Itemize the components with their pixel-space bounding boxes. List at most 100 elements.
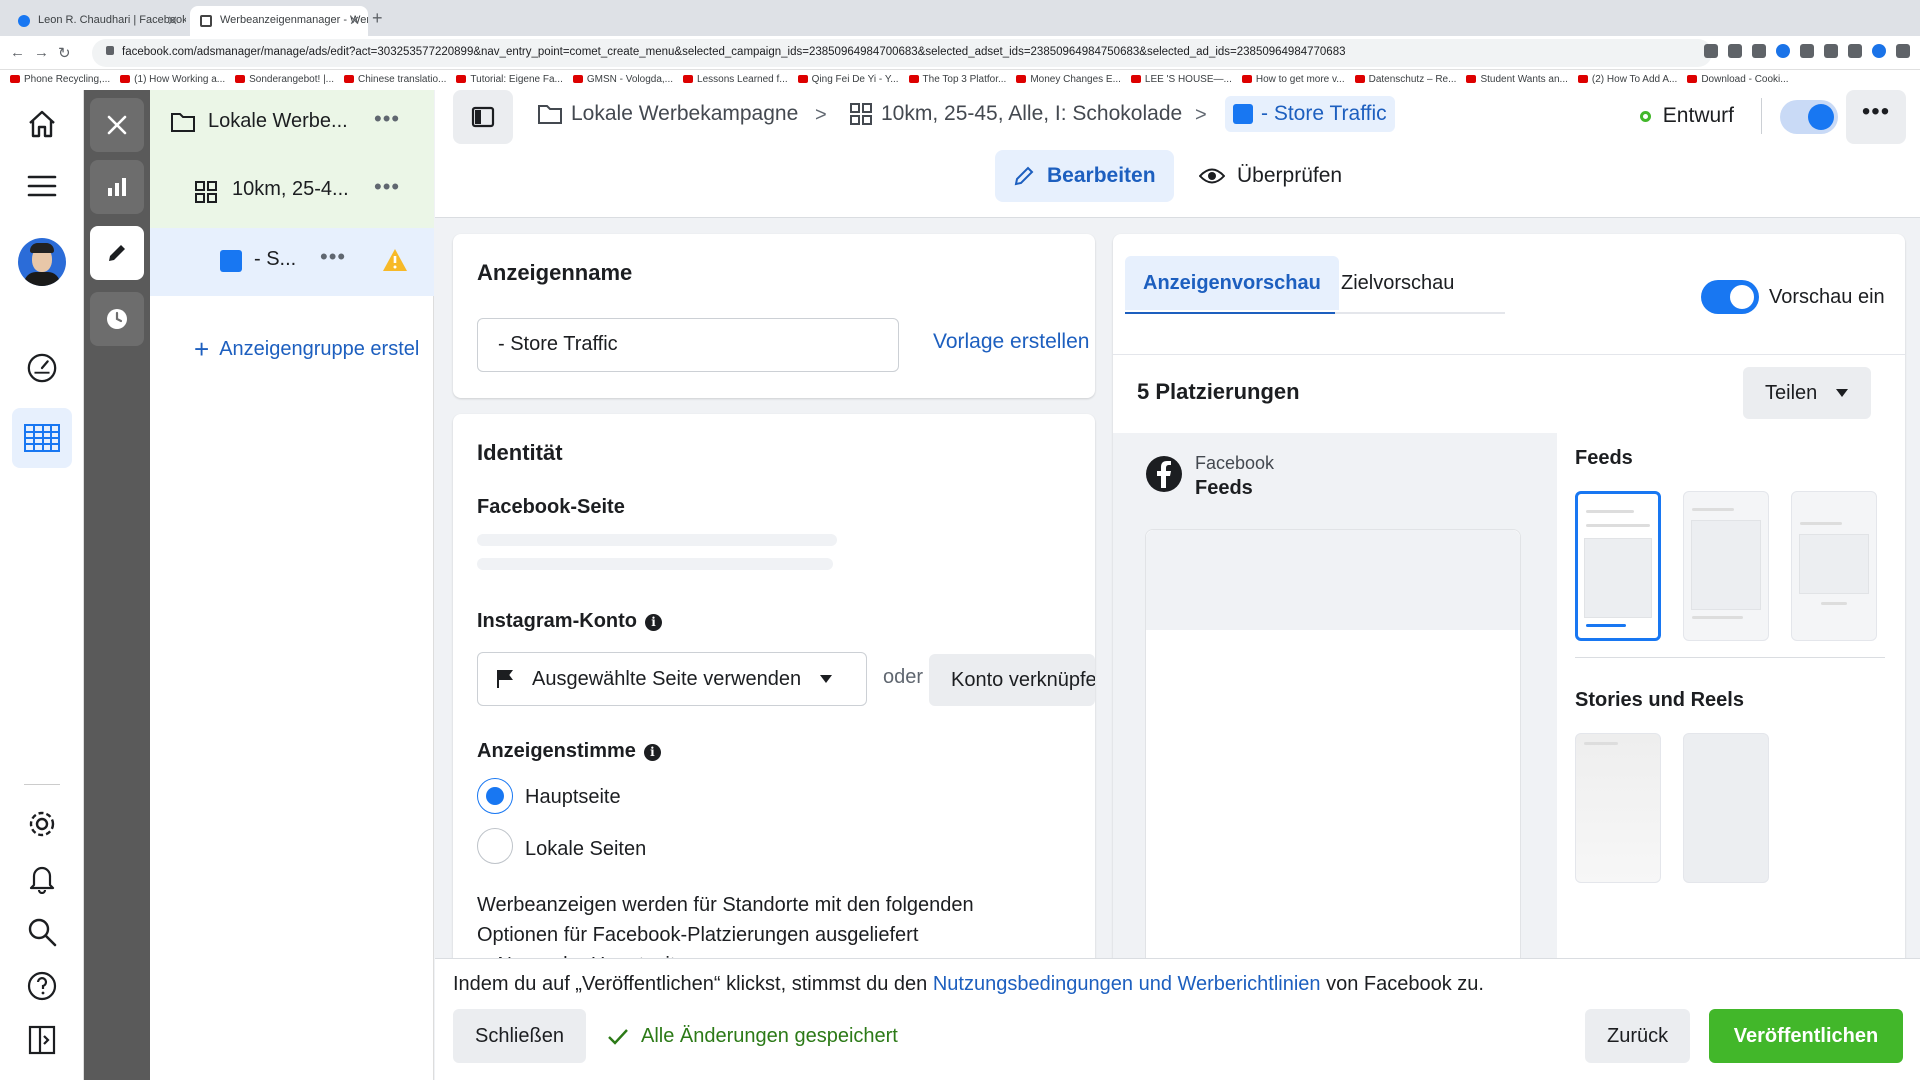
ad-icon	[1233, 104, 1253, 124]
breadcrumb-adset[interactable]: 10km, 25-45, Alle, I: Schokolade	[849, 102, 1182, 126]
tree-adset-row[interactable]: 10km, 25-4... •••	[150, 158, 434, 228]
home-icon[interactable]	[26, 108, 58, 140]
share-button[interactable]: Teilen	[1743, 367, 1872, 419]
bookmark-item[interactable]: How to get more v...	[1241, 74, 1345, 85]
bookmark-item[interactable]: Phone Recycling,...	[10, 74, 110, 85]
url-field[interactable]: facebook.com/adsmanager/manage/ads/edit?…	[92, 39, 1712, 67]
bookmark-favicon-icon	[1577, 75, 1588, 83]
bookmarks-bar: Phone Recycling,... (1) How Working a... S…	[0, 70, 1920, 90]
ad-name-input[interactable]: - Store Traffic	[477, 318, 899, 372]
bookmark-favicon-icon	[797, 75, 808, 83]
menu-icon[interactable]	[26, 170, 58, 202]
close-tab-icon[interactable]: ✕	[349, 13, 360, 29]
publish-button[interactable]: Veröffentlichen	[1709, 1009, 1903, 1063]
create-template-link[interactable]: Vorlage erstellen	[933, 330, 1089, 354]
tree-campaign-row[interactable]: Lokale Werbe... •••	[150, 90, 434, 158]
bookmark-item[interactable]: Student Wants an...	[1466, 74, 1568, 85]
help-icon[interactable]	[26, 970, 58, 1002]
more-options-icon[interactable]: •••	[320, 244, 346, 270]
kebab-menu-icon[interactable]	[1896, 44, 1910, 58]
bookmark-item[interactable]: (1) How Working a...	[120, 74, 225, 85]
facebook-ext-icon[interactable]	[1776, 44, 1790, 58]
tab-destination-preview[interactable]: Zielvorschau	[1323, 256, 1472, 310]
placement-thumb-feed-2[interactable]	[1683, 491, 1769, 641]
placement-thumb-story-1[interactable]	[1575, 733, 1661, 883]
pencil-edit-icon[interactable]	[90, 226, 144, 280]
search-icon[interactable]	[26, 916, 58, 948]
profile-icon[interactable]	[1872, 44, 1886, 58]
close-editor-button[interactable]	[90, 98, 144, 152]
bookmark-item[interactable]: Datenschutz – Re...	[1354, 74, 1456, 85]
forward-arrow-icon[interactable]: →	[34, 44, 49, 61]
gear-icon[interactable]	[26, 808, 58, 840]
back-button[interactable]: Zurück	[1585, 1009, 1691, 1063]
close-tab-icon[interactable]: ✕	[167, 13, 178, 29]
avatar[interactable]	[18, 238, 66, 286]
more-options-icon[interactable]: •••	[374, 174, 400, 200]
preview-toggle[interactable]	[1701, 280, 1759, 314]
connect-account-button[interactable]: Konto verknüpfen	[929, 654, 1095, 706]
bell-icon[interactable]	[26, 862, 58, 894]
create-adset-link[interactable]: + Anzeigengruppe erstel	[194, 334, 419, 365]
bookmark-item[interactable]: Lessons Learned f...	[683, 74, 788, 85]
placement-thumb-story-2[interactable]	[1683, 733, 1769, 883]
campaigns-table-icon[interactable]	[12, 408, 72, 468]
bookmark-favicon-icon	[1130, 75, 1141, 83]
breadcrumb-campaign[interactable]: Lokale Werbekampagne	[537, 102, 798, 126]
bookmark-item[interactable]: LEE 'S HOUSE—...	[1130, 74, 1232, 85]
facebook-logo-icon	[1146, 456, 1182, 492]
address-bar: ← → ↻ facebook.com/adsmanager/manage/ads…	[0, 36, 1920, 70]
puzzle-icon[interactable]	[1800, 44, 1814, 58]
new-tab-icon[interactable]: +	[372, 8, 383, 29]
tab-ad-preview[interactable]: Anzeigenvorschau	[1125, 256, 1339, 310]
feeds-heading: Feeds	[1575, 447, 1633, 469]
ad-on-off-toggle[interactable]	[1780, 100, 1838, 134]
chart-icon[interactable]	[90, 160, 144, 214]
more-actions-button[interactable]: •••	[1846, 90, 1906, 144]
tab-title: Leon R. Chaudhari | Facebook	[38, 14, 186, 26]
preview-section: Anzeigenvorschau Zielvorschau Vorschau e…	[1113, 234, 1905, 974]
browser-tab-adsmanager[interactable]: Werbeanzeigenmanager - Wer ✕	[190, 6, 368, 36]
instagram-account-select[interactable]: Ausgewählte Seite verwenden	[477, 652, 867, 706]
info-icon[interactable]: i	[643, 744, 661, 761]
performance-gauge-icon[interactable]	[26, 352, 58, 384]
sidepanel-icon[interactable]	[1848, 44, 1862, 58]
placement-thumb-feed-1[interactable]	[1575, 491, 1661, 641]
history-clock-icon[interactable]	[90, 292, 144, 346]
radio-local-pages[interactable]	[477, 828, 513, 864]
playlist-icon[interactable]	[1824, 44, 1838, 58]
radio-main-page[interactable]	[477, 778, 513, 814]
bookmark-label: LEE 'S HOUSE—...	[1144, 74, 1232, 85]
bookmark-item[interactable]: Download - Cooki...	[1687, 74, 1789, 85]
bookmark-item[interactable]: Sonderangebot! |...	[235, 74, 334, 85]
bookmark-item[interactable]: The Top 3 Platfor...	[908, 74, 1006, 85]
folder-icon	[170, 110, 196, 139]
report-panel-icon[interactable]	[26, 1024, 58, 1056]
close-button[interactable]: Schließen	[453, 1009, 586, 1063]
placements-title: 5 Platzierungen	[1137, 379, 1300, 404]
browser-tab-facebook[interactable]: Leon R. Chaudhari | Facebook ✕	[8, 6, 186, 36]
breadcrumb-ad[interactable]: - Store Traffic	[1225, 96, 1395, 132]
more-options-icon[interactable]: •••	[374, 106, 400, 132]
bookmark-item[interactable]: GMSN - Vologda,...	[572, 74, 673, 85]
bookmark-item[interactable]: (2) How To Add A...	[1577, 74, 1677, 85]
bookmark-item[interactable]: Money Changes E...	[1016, 74, 1121, 85]
bookmark-item[interactable]: Qing Fei De Yi - Y...	[797, 74, 899, 85]
bookmark-favicon-icon	[235, 75, 246, 83]
review-mode-button[interactable]: Überprüfen	[1181, 150, 1360, 202]
zoom-icon[interactable]	[1704, 44, 1718, 58]
bookmark-item[interactable]: Tutorial: Eigene Fa...	[456, 74, 563, 85]
placement-thumb-feed-3[interactable]	[1791, 491, 1877, 641]
bookmark-label: Qing Fei De Yi - Y...	[811, 74, 899, 85]
share-icon[interactable]	[1728, 44, 1742, 58]
star-icon[interactable]	[1752, 44, 1766, 58]
sidebar-toggle-button[interactable]	[453, 90, 513, 144]
tree-ad-row[interactable]: - S... •••	[150, 228, 434, 296]
info-icon[interactable]: i	[645, 614, 662, 631]
reload-icon[interactable]: ↻	[58, 44, 71, 62]
edit-mode-button[interactable]: Bearbeiten	[995, 150, 1174, 202]
terms-link[interactable]: Nutzungsbedingungen und Werberichtlinien	[933, 973, 1321, 995]
bookmark-label: Chinese translatio...	[358, 74, 447, 85]
back-arrow-icon[interactable]: ←	[10, 44, 25, 61]
bookmark-item[interactable]: Chinese translatio...	[344, 74, 446, 85]
